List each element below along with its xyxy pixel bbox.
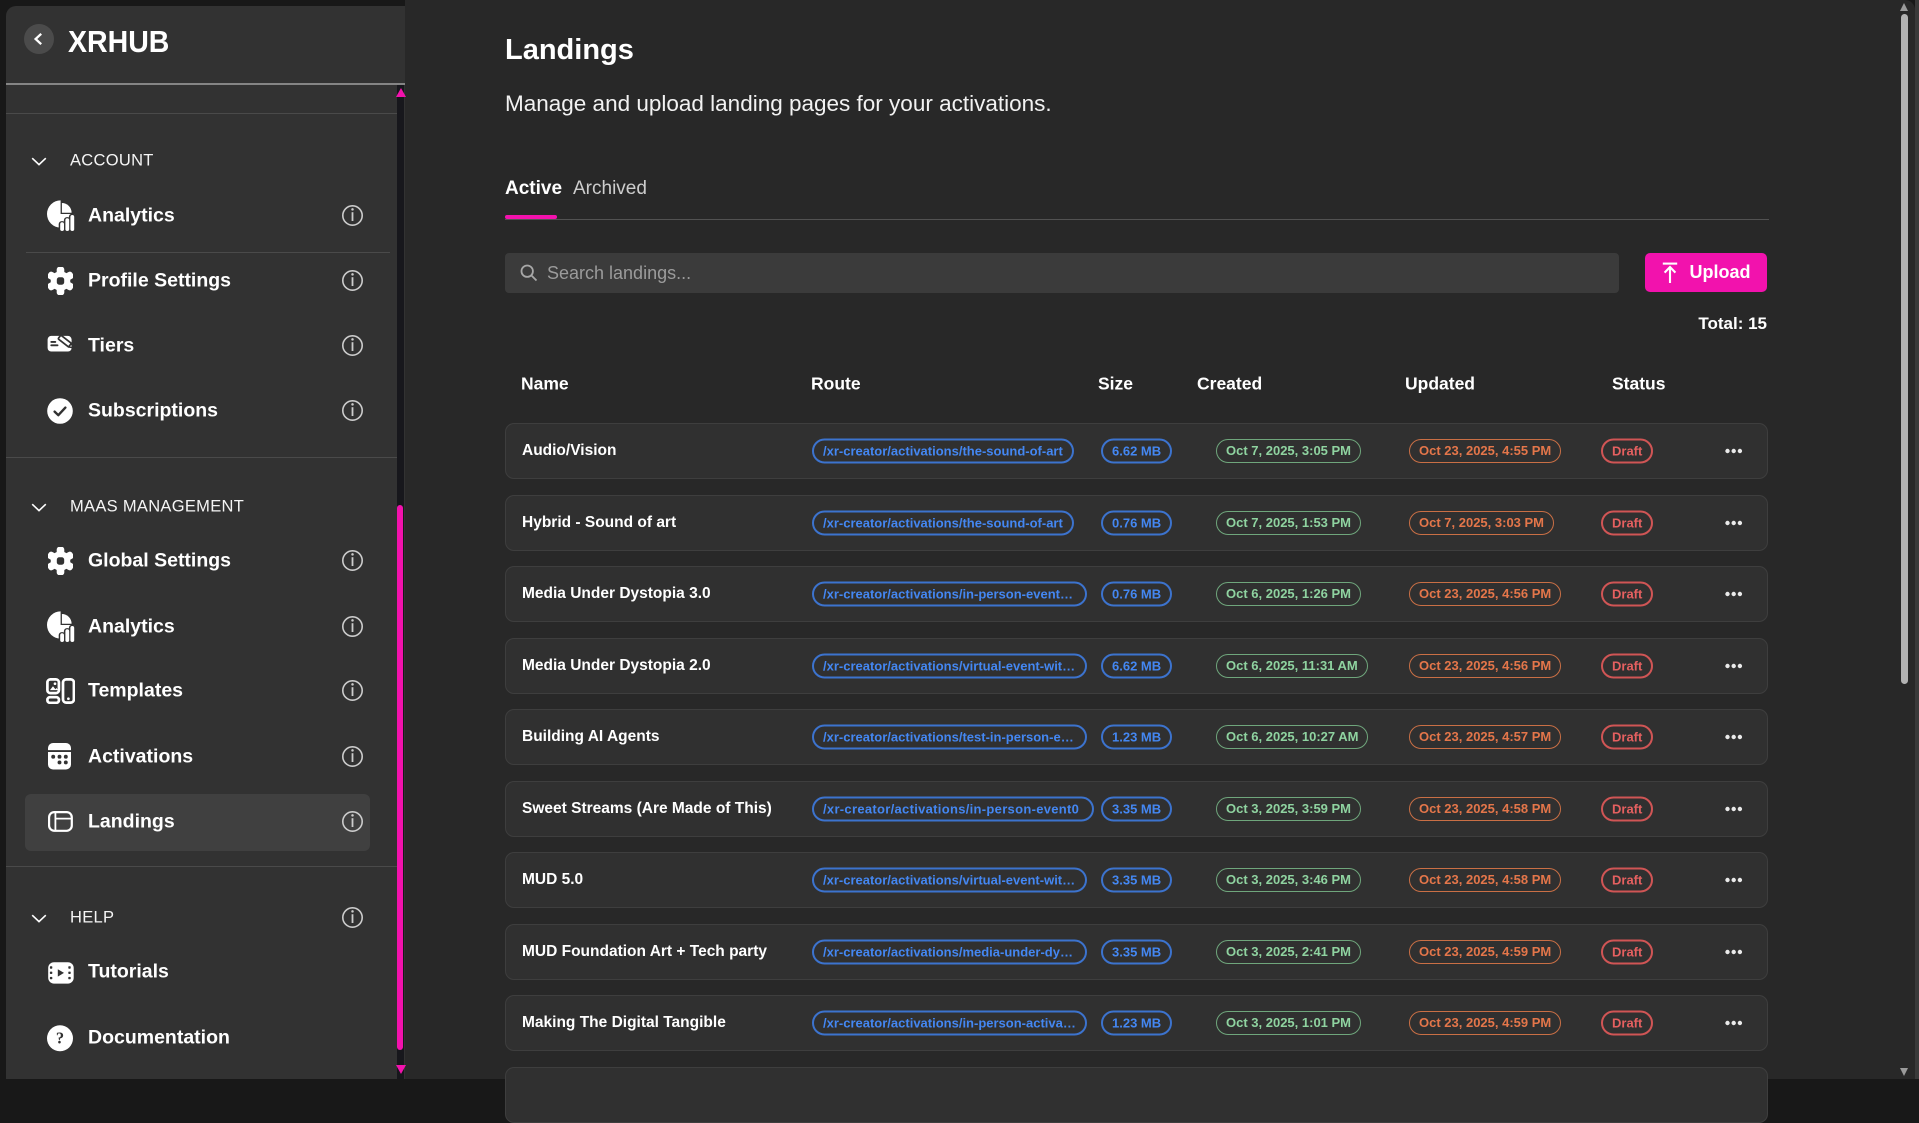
svg-text:?: ? xyxy=(56,1028,64,1047)
